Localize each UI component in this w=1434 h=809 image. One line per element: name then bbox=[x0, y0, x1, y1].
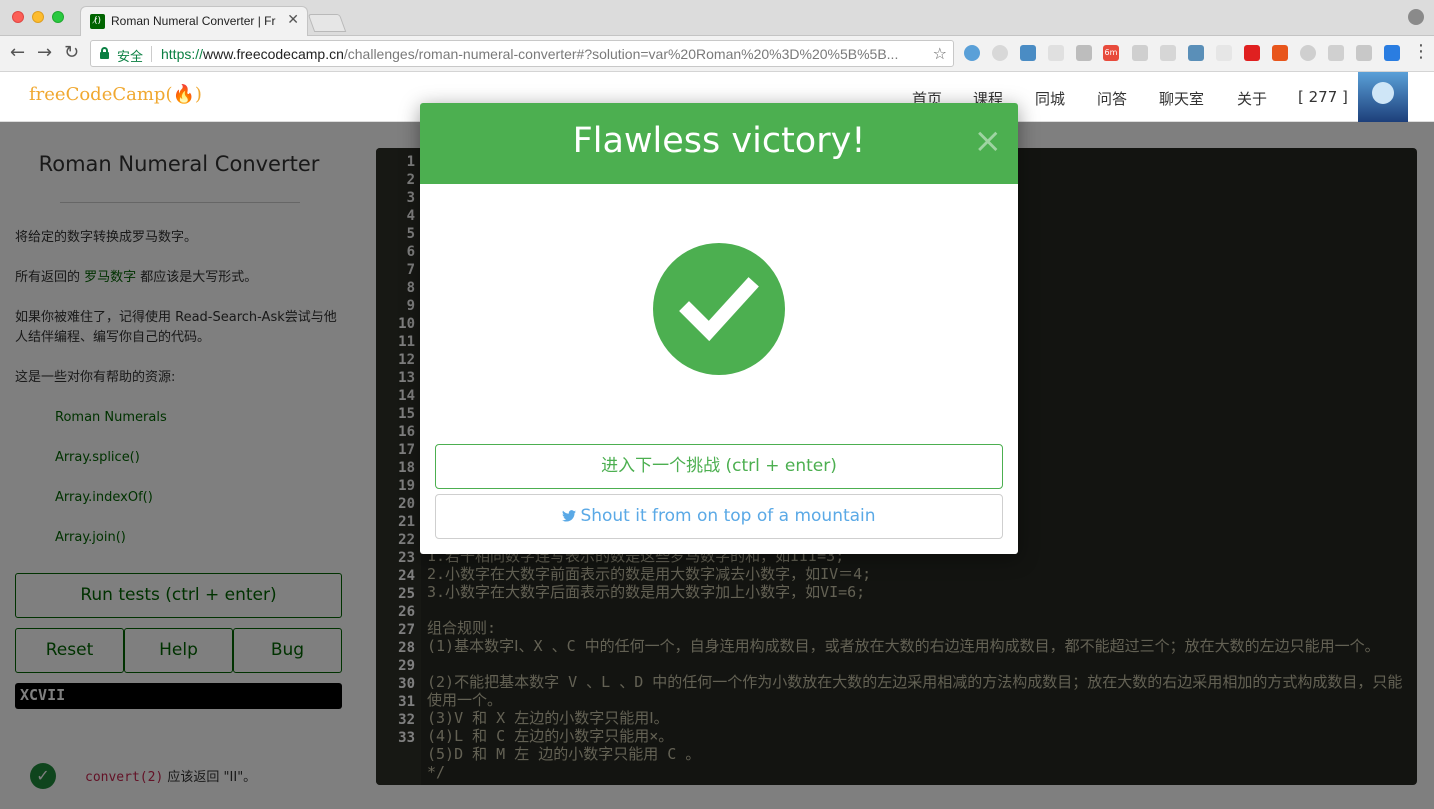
timer-extension-icon[interactable]: 6m bbox=[1103, 45, 1119, 61]
extension-icon[interactable] bbox=[1328, 45, 1344, 61]
fcc-favicon-icon: (̷) bbox=[90, 14, 105, 29]
nav-chat[interactable]: 聊天室 bbox=[1159, 88, 1204, 109]
search-extension-icon[interactable] bbox=[992, 45, 1008, 61]
tab-close-icon[interactable]: ✕ bbox=[287, 12, 299, 28]
extension-icon[interactable] bbox=[1048, 45, 1064, 61]
extension-icon[interactable] bbox=[1384, 45, 1400, 61]
secure-label: 安全 bbox=[117, 50, 144, 65]
tweet-button-label: Shout it from on top of a mountain bbox=[580, 506, 876, 526]
twitter-icon bbox=[562, 510, 577, 522]
extension-icon[interactable] bbox=[1020, 45, 1036, 61]
extension-icon[interactable] bbox=[1300, 45, 1316, 61]
extension-icon[interactable] bbox=[1216, 45, 1232, 61]
nav-city[interactable]: 同城 bbox=[1035, 88, 1065, 109]
extension-icon[interactable] bbox=[1160, 45, 1176, 61]
tab-title: Roman Numeral Converter | Fr bbox=[111, 14, 276, 28]
profile-icon[interactable] bbox=[1408, 9, 1424, 25]
window-minimize-button[interactable] bbox=[32, 11, 44, 23]
browser-tab[interactable]: (̷) Roman Numeral Converter | Fr ✕ bbox=[80, 6, 308, 36]
avatar[interactable] bbox=[1358, 72, 1408, 122]
url-text[interactable]: https://www.freecodecamp.cn/challenges/r… bbox=[161, 46, 929, 62]
fcc-logo[interactable]: freeCodeCamp(🔥) bbox=[29, 84, 202, 105]
close-icon[interactable]: × bbox=[974, 121, 1003, 161]
url-path: /challenges/roman-numeral-converter#?sol… bbox=[343, 46, 899, 62]
back-icon[interactable]: ← bbox=[10, 43, 25, 63]
success-modal: Flawless victory! × 进入下一个挑战 (ctrl + ente… bbox=[420, 103, 1018, 554]
modal-title: Flawless victory! bbox=[572, 121, 866, 161]
omnibox-divider bbox=[151, 46, 152, 62]
modal-header: Flawless victory! × bbox=[420, 103, 1018, 184]
office-icon[interactable] bbox=[1272, 45, 1288, 61]
nav-qa[interactable]: 问答 bbox=[1097, 88, 1127, 109]
forward-icon[interactable]: → bbox=[37, 43, 52, 63]
extension-icon[interactable] bbox=[1132, 45, 1148, 61]
reload-icon[interactable]: ↻ bbox=[64, 43, 79, 63]
url-host: www.freecodecamp.cn bbox=[203, 46, 344, 62]
extension-icon[interactable] bbox=[1188, 45, 1204, 61]
window-zoom-button[interactable] bbox=[52, 11, 64, 23]
next-challenge-button[interactable]: 进入下一个挑战 (ctrl + enter) bbox=[435, 444, 1003, 489]
extension-icon[interactable] bbox=[1076, 45, 1092, 61]
mail-icon[interactable] bbox=[1356, 45, 1372, 61]
browser-toolbar: ← → ↻ 安全 https://www.freecodecamp.cn/cha… bbox=[0, 36, 1434, 72]
youtube-icon[interactable] bbox=[1244, 45, 1260, 61]
lock-icon bbox=[100, 47, 109, 59]
browser-tab-bar: (̷) Roman Numeral Converter | Fr ✕ bbox=[0, 0, 1434, 36]
nav-about[interactable]: 关于 bbox=[1237, 88, 1267, 109]
url-scheme: https:// bbox=[161, 46, 204, 62]
window-close-button[interactable] bbox=[12, 11, 24, 23]
bookmark-star-icon[interactable]: ☆ bbox=[933, 44, 947, 63]
menu-icon[interactable]: ⋮ bbox=[1412, 42, 1430, 62]
tweet-button[interactable]: Shout it from on top of a mountain bbox=[435, 494, 1003, 539]
nav-points[interactable]: [ 277 ] bbox=[1298, 88, 1348, 106]
checkmark-icon bbox=[653, 243, 785, 375]
address-bar[interactable]: 安全 https://www.freecodecamp.cn/challenge… bbox=[90, 40, 954, 67]
extension-icon[interactable] bbox=[964, 45, 980, 61]
new-tab-button[interactable] bbox=[307, 14, 347, 32]
